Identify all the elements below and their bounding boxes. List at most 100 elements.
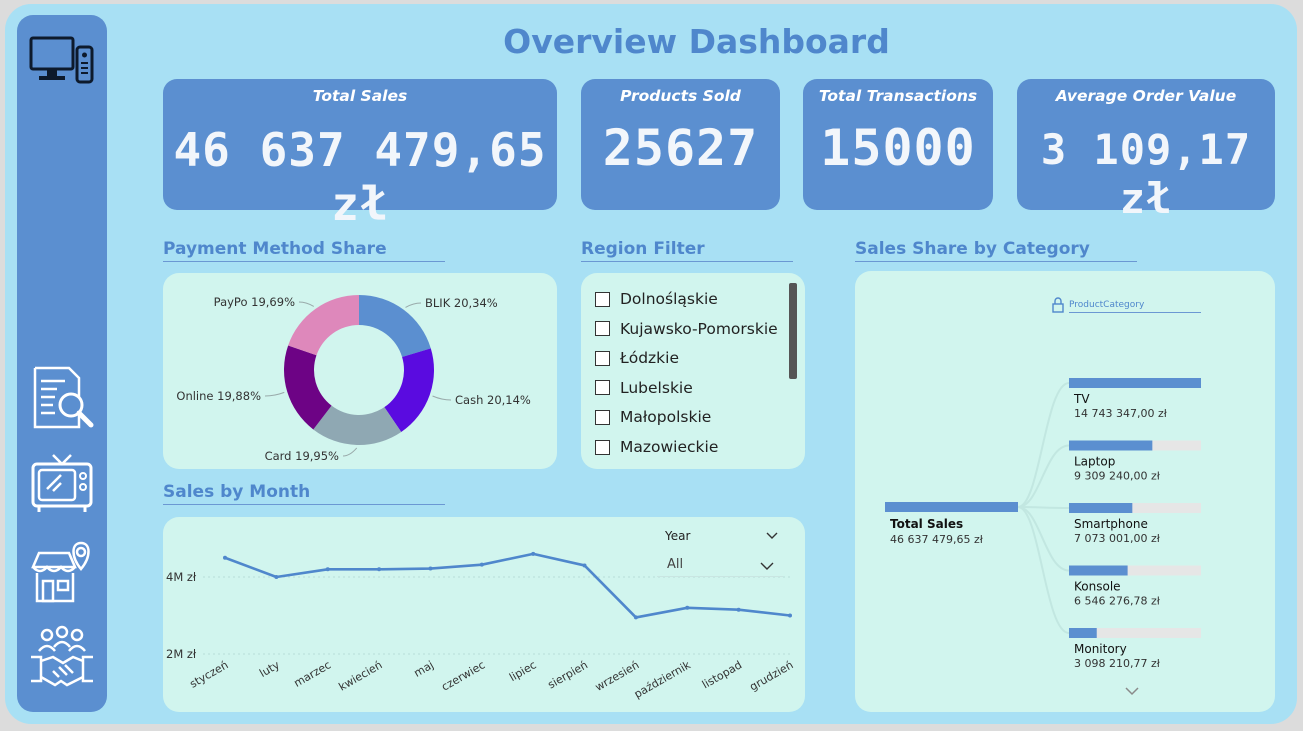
payment-section-title: Payment Method Share (163, 239, 445, 262)
region-scrollbar[interactable] (789, 283, 797, 379)
tree-connector (1017, 444, 1070, 508)
root-label: Total Sales (890, 517, 963, 531)
line-point[interactable] (582, 563, 587, 568)
line-point[interactable] (685, 605, 690, 610)
category-value: 7 073 001,00 zł (1074, 532, 1161, 545)
year-slicer-label: Year (665, 529, 691, 543)
kpi-products-sold: Products Sold 25627 (581, 79, 780, 210)
category-label: Laptop (1074, 455, 1115, 469)
tree-connector (1017, 382, 1070, 508)
line-point[interactable] (428, 566, 433, 571)
category-bar[interactable] (1069, 565, 1128, 576)
line-point[interactable] (377, 567, 382, 572)
sidebar-nav (17, 15, 107, 712)
donut-data-label: Online 19,88% (176, 389, 261, 403)
store-location-icon[interactable] (29, 539, 95, 605)
kpi-value: 46 637 479,65 zł (173, 123, 547, 231)
kpi-value: 15000 (820, 119, 976, 177)
donut-leader-line (298, 301, 315, 307)
tree-connector (1017, 506, 1070, 572)
tree-connector (1017, 506, 1070, 634)
donut-slice-blik[interactable] (359, 295, 431, 358)
region-checkbox[interactable] (595, 380, 610, 396)
region-option[interactable]: Kujawsko-Pomorskie (595, 317, 778, 341)
line-point[interactable] (531, 551, 536, 556)
year-slicer-dropdown[interactable]: All (657, 555, 783, 577)
donut-leader-line (432, 395, 452, 401)
category-label: Smartphone (1074, 517, 1148, 531)
region-checkbox[interactable] (595, 350, 610, 366)
category-bar[interactable] (1069, 440, 1153, 451)
kpi-average-order-value: Average Order Value 3 109,17 zł (1017, 79, 1275, 223)
region-option-label: Lubelskie (620, 378, 693, 397)
category-label: TV (1073, 392, 1090, 406)
kpi-total-transactions: Total Transactions 15000 (803, 79, 993, 210)
donut-slice-paypo[interactable] (288, 295, 359, 356)
category-decomposition-tree[interactable]: Total Sales 46 637 479,65 zł TV14 743 347,… (855, 271, 1275, 712)
kpi-label: Total Sales (312, 87, 408, 105)
year-slicer-value: All (667, 557, 684, 572)
line-point[interactable] (788, 613, 792, 618)
donut-data-label: Cash 20,14% (455, 393, 531, 407)
scroll-down-chevron-icon[interactable] (1125, 687, 1139, 696)
x-tick-label: maj (412, 658, 436, 680)
monthly-sales-line-chart[interactable]: 2M zł 4M zł styczeń luty marzec kwiecień maj cz… (163, 517, 805, 712)
x-tick-label: styczeń (188, 658, 231, 690)
kpi-value: 25627 (602, 119, 759, 177)
y-tick-label: 4M zł (166, 570, 197, 584)
region-checkbox[interactable] (595, 291, 610, 307)
kpi-label: Products Sold (620, 87, 741, 105)
x-tick-label: kwiecień (336, 658, 384, 693)
region-option-label: Dolnośląskie (620, 290, 718, 308)
category-bar[interactable] (1069, 628, 1097, 638)
region-section-title: Region Filter (581, 239, 793, 262)
line-point[interactable] (274, 575, 279, 579)
x-tick-label: sierpień (546, 658, 591, 691)
donut-leader-line (264, 391, 285, 397)
root-bar[interactable] (885, 502, 1018, 512)
page-title: Overview Dashboard (503, 22, 890, 61)
donut-data-label: BLIK 20,34% (425, 296, 498, 310)
region-option[interactable]: Lubelskie (595, 376, 693, 400)
kpi-value: 3 109,17 zł (1040, 125, 1252, 223)
category-bar[interactable] (1069, 503, 1133, 513)
monthly-sales-card: 2M zł 4M zł styczeń luty marzec kwiecień maj cz… (163, 517, 805, 712)
region-checkbox[interactable] (595, 409, 610, 425)
report-search-icon[interactable] (29, 365, 95, 431)
region-checkbox[interactable] (595, 439, 610, 455)
x-tick-label: październik (632, 658, 693, 701)
line-point[interactable] (479, 562, 484, 567)
category-label: Konsole (1074, 580, 1121, 594)
donut-leader-line (405, 302, 422, 308)
retro-tv-icon[interactable] (29, 451, 95, 517)
kpi-label: Total Transactions (818, 87, 978, 105)
category-value: 9 309 240,00 zł (1074, 470, 1161, 483)
chevron-down-icon (760, 562, 774, 570)
monthly-section-title: Sales by Month (163, 482, 445, 505)
region-option-label: Kujawsko-Pomorskie (620, 319, 778, 338)
line-point[interactable] (736, 607, 741, 612)
region-option[interactable]: Dolnośląskie (595, 287, 718, 311)
chevron-down-icon[interactable] (766, 532, 778, 540)
category-tree-card: ProductCategory Total Sales 46 637 479,65… (855, 271, 1275, 712)
payment-donut-chart[interactable]: BLIK 20,34% Cash 20,14% Card 19,95% Online … (163, 273, 557, 469)
x-tick-label: lipiec (507, 658, 539, 684)
line-point[interactable] (633, 615, 638, 620)
region-option-label: Mazowieckie (620, 438, 719, 456)
region-option[interactable]: Mazowieckie (595, 435, 718, 459)
region-checkbox[interactable] (595, 321, 610, 337)
category-label: Monitory (1074, 642, 1127, 656)
handshake-team-icon[interactable] (29, 623, 95, 689)
category-value: 14 743 347,00 zł (1074, 407, 1168, 420)
category-section-title: Sales Share by Category (855, 239, 1137, 262)
region-filter-card: Dolnośląskie Kujawsko-Pomorskie Łódzkie Lub… (581, 273, 805, 469)
category-bar[interactable] (1069, 378, 1201, 388)
payment-donut-card: BLIK 20,34% Cash 20,14% Card 19,95% Online … (163, 273, 557, 469)
region-option[interactable]: Małopolskie (595, 405, 711, 429)
region-option[interactable]: Łódzkie (595, 346, 679, 370)
x-tick-label: luty (257, 658, 282, 680)
line-point[interactable] (223, 555, 227, 560)
line-point[interactable] (325, 567, 330, 572)
donut-leader-line (342, 447, 358, 457)
region-option-label: Łódzkie (620, 349, 679, 368)
